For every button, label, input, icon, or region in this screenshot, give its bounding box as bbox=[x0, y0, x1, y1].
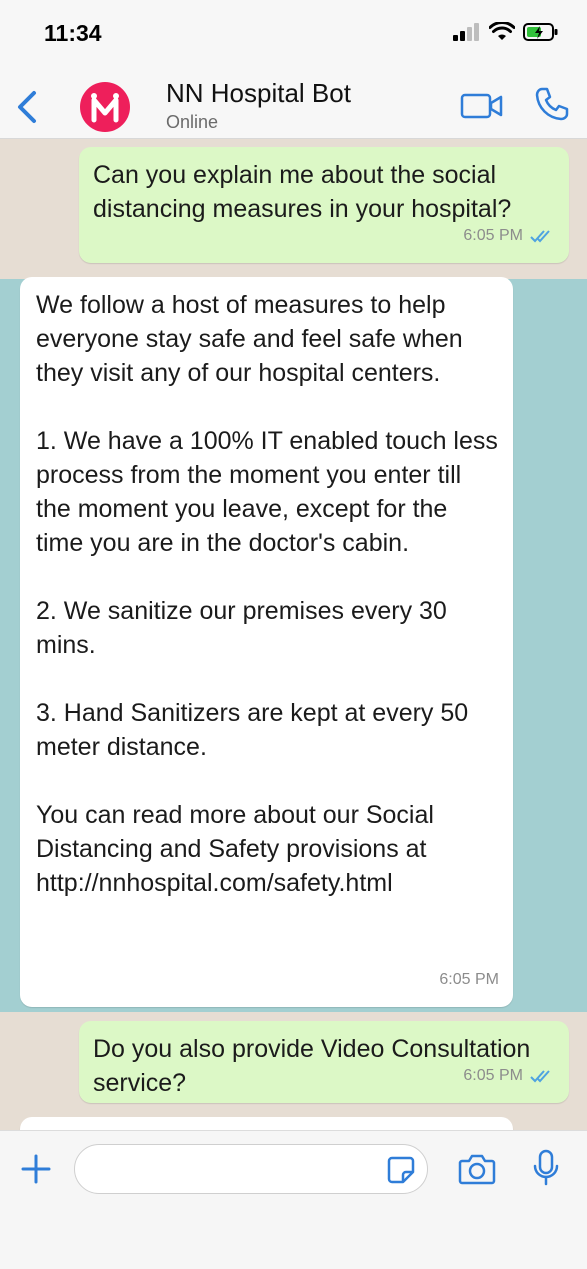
chat-header: NN Hospital Bot Online bbox=[0, 72, 587, 139]
message-time: 6:05 PM bbox=[439, 971, 499, 988]
message-meta: 6:05 PM bbox=[463, 219, 555, 253]
message-meta: 6:05 PM bbox=[439, 963, 499, 997]
avatar[interactable] bbox=[80, 82, 130, 132]
phone-icon[interactable] bbox=[534, 86, 570, 122]
wifi-icon bbox=[489, 22, 515, 40]
read-ticks-icon bbox=[530, 1070, 550, 1083]
status-time: 11:34 bbox=[44, 20, 102, 46]
chat-area[interactable]: Can you explain me about the social dist… bbox=[0, 139, 587, 1130]
back-chevron-icon[interactable] bbox=[14, 90, 40, 124]
signal-icon bbox=[453, 23, 479, 41]
message-time: 6:05 PM bbox=[463, 227, 523, 244]
message-input[interactable] bbox=[74, 1144, 428, 1194]
incoming-message[interactable]: We follow a host of measures to help eve… bbox=[20, 277, 513, 1007]
input-bar bbox=[0, 1130, 587, 1269]
message-text: We follow a host of measures to help eve… bbox=[36, 291, 498, 897]
video-call-icon[interactable] bbox=[460, 92, 504, 120]
outgoing-message[interactable]: Can you explain me about the social dist… bbox=[79, 147, 569, 263]
contact-status: Online bbox=[166, 112, 219, 132]
status-icons bbox=[453, 22, 559, 42]
microphone-icon[interactable] bbox=[532, 1149, 560, 1187]
outgoing-message[interactable]: Do you also provide Video Consultation s… bbox=[79, 1021, 569, 1103]
message-time: 6:05 PM bbox=[463, 1067, 523, 1084]
camera-icon[interactable] bbox=[458, 1153, 496, 1185]
bot-logo-icon bbox=[91, 93, 119, 123]
message-meta: 6:05 PM bbox=[463, 1059, 555, 1093]
incoming-message-partial[interactable] bbox=[20, 1117, 513, 1130]
status-bar: 11:34 bbox=[0, 0, 587, 72]
contact-name[interactable]: NN Hospital Bot bbox=[166, 78, 351, 109]
read-ticks-icon bbox=[530, 230, 550, 243]
battery-charging-icon bbox=[523, 23, 558, 41]
message-text: Can you explain me about the social dist… bbox=[93, 161, 512, 223]
plus-icon[interactable] bbox=[20, 1153, 52, 1185]
sticker-icon[interactable] bbox=[386, 1155, 416, 1185]
